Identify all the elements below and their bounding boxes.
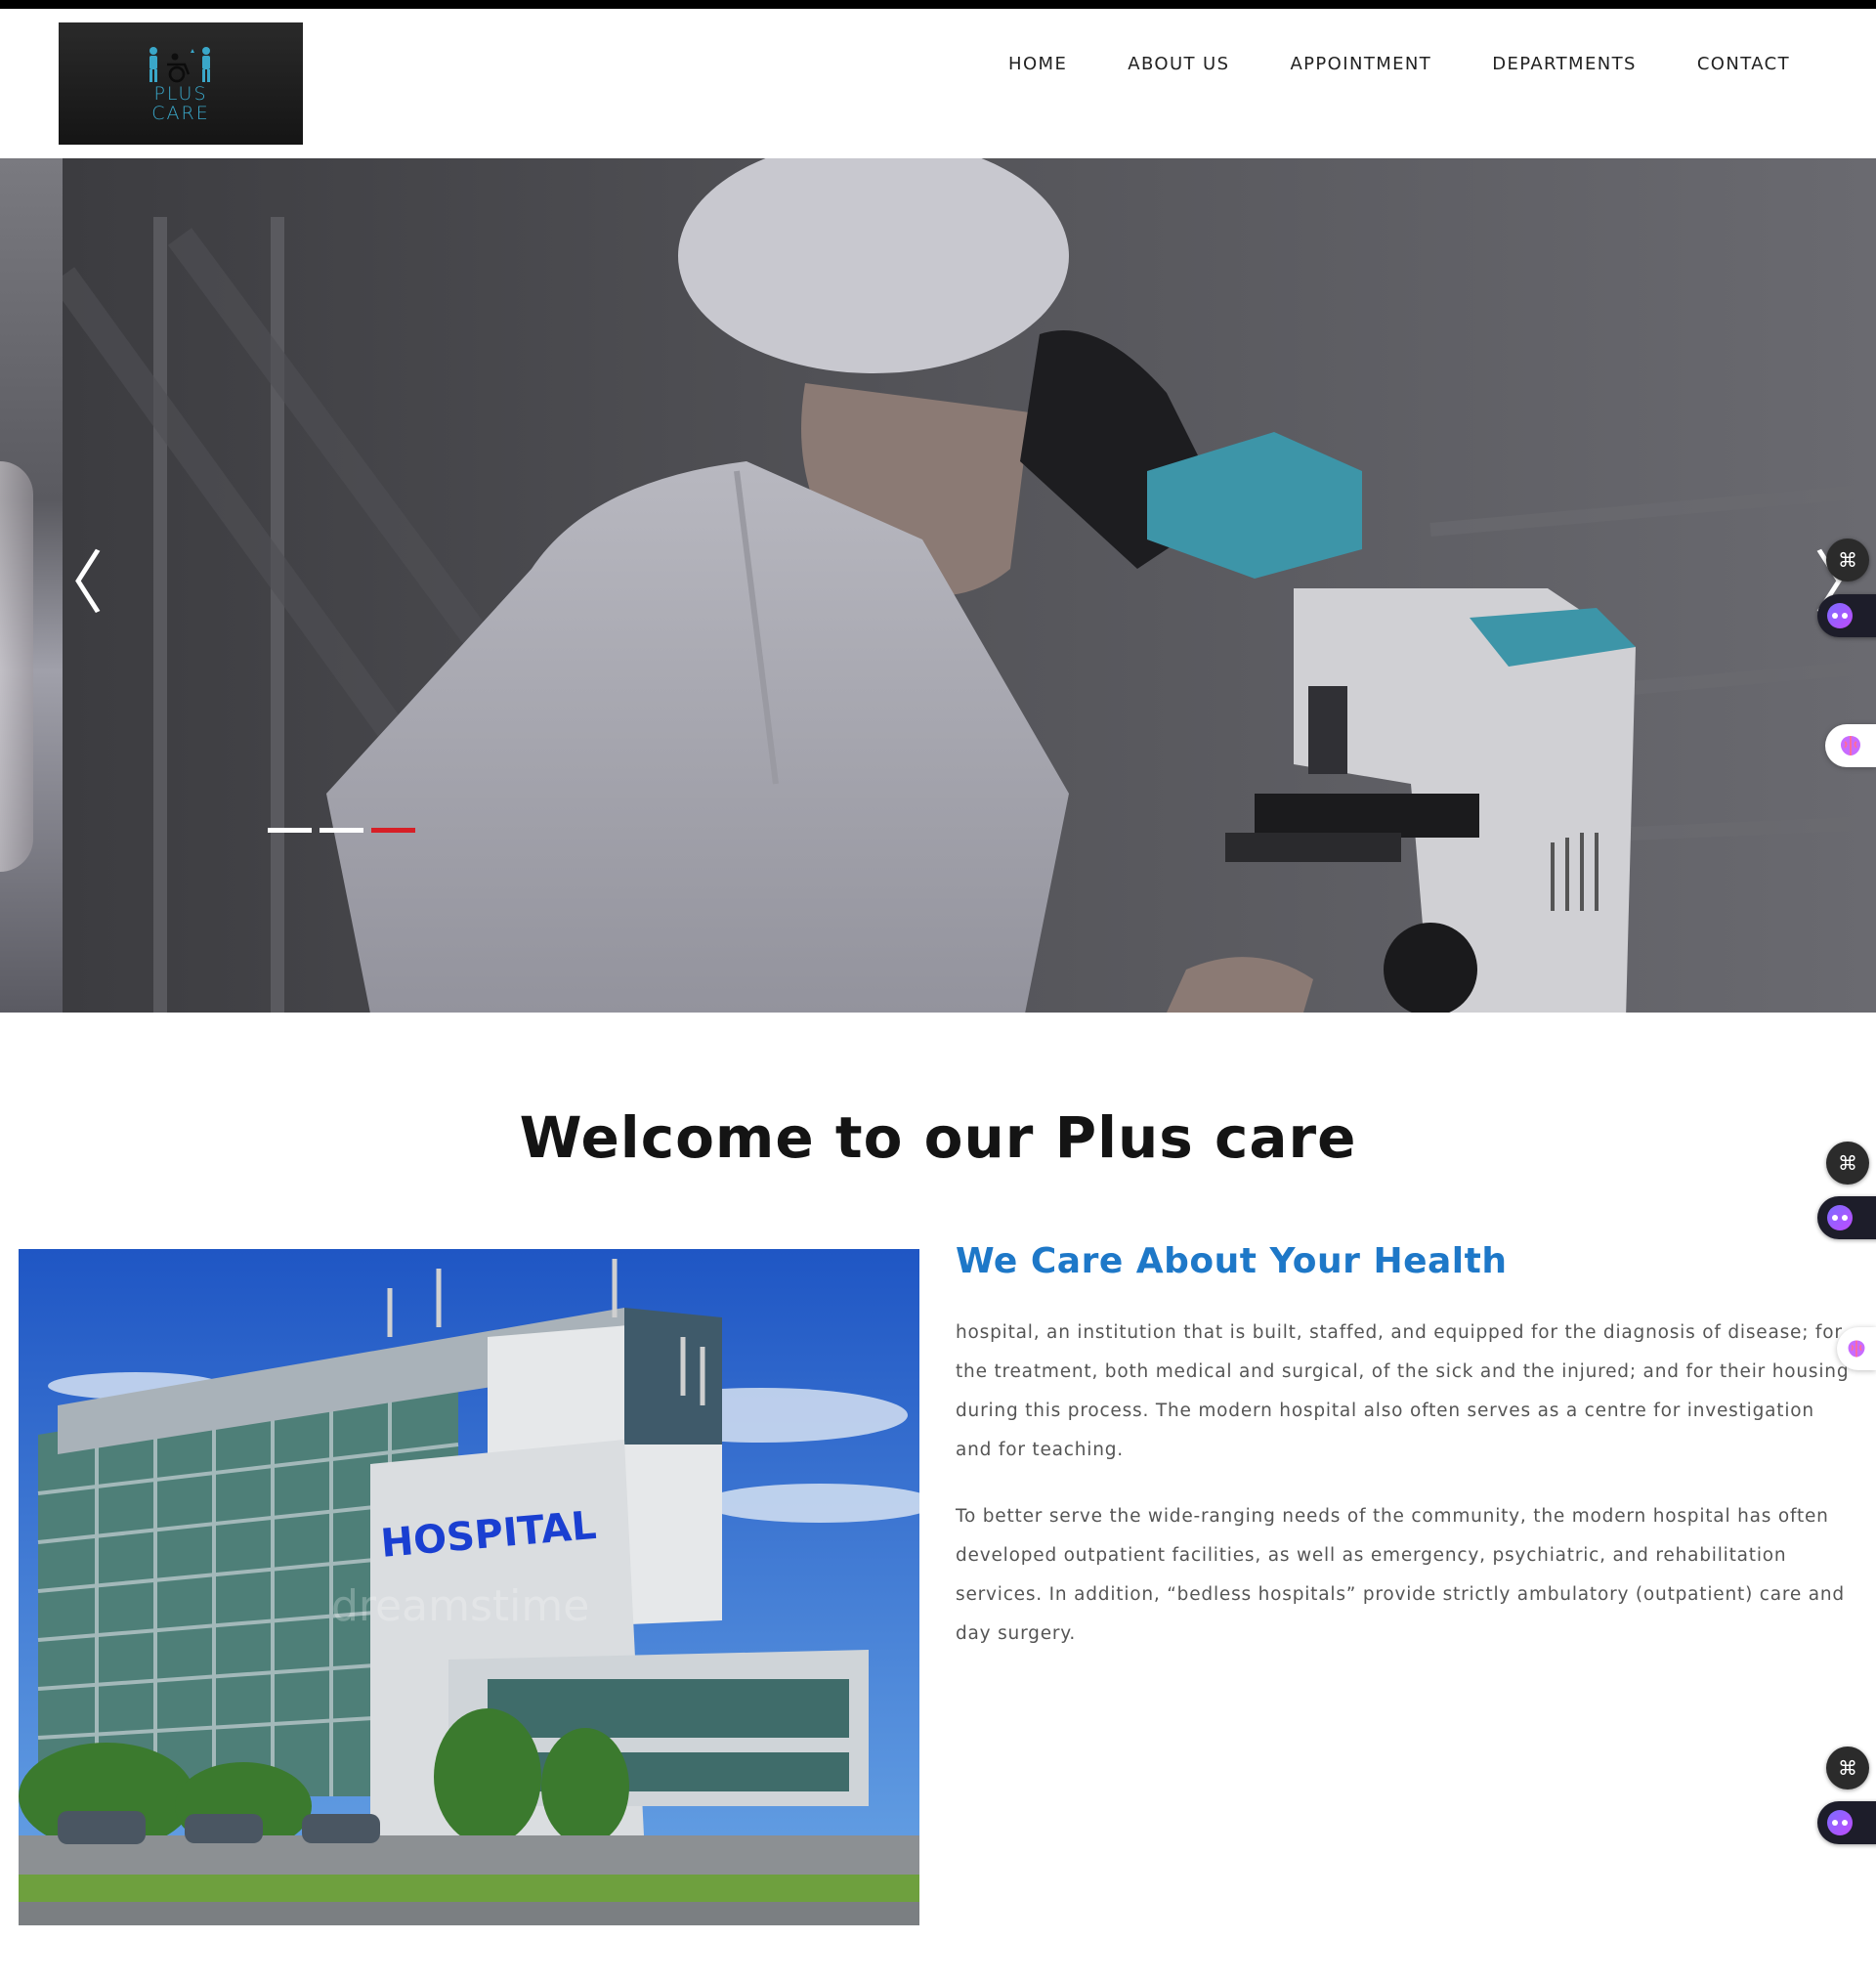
site-header: PLUS CARE HOME ABOUT US APPOINTMENT DEPA… <box>0 9 1876 158</box>
assistant-face-icon <box>1827 1205 1853 1230</box>
nav-appointment[interactable]: APPOINTMENT <box>1290 54 1431 74</box>
command-grid-icon: ⌘ <box>1838 548 1857 572</box>
hero-image-lab-microscope <box>63 158 1876 1013</box>
hero-slide-indicators <box>268 828 415 833</box>
hero-slider: 〈 〉 <box>0 158 1876 1013</box>
plus-care-logo[interactable]: PLUS CARE <box>59 22 303 145</box>
nav-home[interactable]: HOME <box>1008 54 1067 74</box>
logo-text-care: CARE <box>151 102 210 124</box>
slide-indicator-1[interactable] <box>268 828 312 833</box>
hero-prev-arrow[interactable]: 〈 <box>35 549 104 618</box>
care-heading: We Care About Your Health <box>956 1241 1508 1281</box>
main-nav: HOME ABOUT US APPOINTMENT DEPARTMENTS CO… <box>1008 54 1790 74</box>
logo-text-plus: PLUS <box>153 82 208 105</box>
slide-indicator-3-active[interactable] <box>371 828 415 833</box>
nav-contact[interactable]: CONTACT <box>1697 54 1790 74</box>
slide-indicator-2[interactable] <box>320 828 363 833</box>
assistant-face-icon <box>1827 603 1853 628</box>
assistant-face-icon <box>1827 1810 1853 1835</box>
brain-icon <box>1841 736 1860 755</box>
floating-grid-button-1[interactable]: ⌘ <box>1826 539 1869 582</box>
floating-brain-button-1[interactable] <box>1825 724 1876 767</box>
floating-assistant-button-2[interactable] <box>1817 1196 1876 1239</box>
top-border <box>0 0 1876 9</box>
command-grid-icon: ⌘ <box>1838 1756 1857 1780</box>
floating-assistant-button-1[interactable] <box>1817 594 1876 637</box>
about-paragraph-1: hospital, an institution that is built, … <box>956 1322 1850 1460</box>
nav-departments[interactable]: DEPARTMENTS <box>1492 54 1637 74</box>
hospital-building-image: HOSPITAL dreamstime <box>19 1249 919 1925</box>
welcome-title: Welcome to our Plus care <box>519 1104 1357 1171</box>
nav-about-us[interactable]: ABOUT US <box>1128 54 1229 74</box>
floating-assistant-button-3[interactable] <box>1817 1801 1876 1844</box>
hospital-photo: HOSPITAL dreamstime <box>19 1249 919 1925</box>
image-watermark-text: dreamstime <box>331 1581 589 1631</box>
logo-figures-icon <box>149 46 210 82</box>
floating-grid-button-3[interactable]: ⌘ <box>1826 1747 1869 1790</box>
about-paragraph-2: To better serve the wide-ranging needs o… <box>956 1506 1845 1644</box>
